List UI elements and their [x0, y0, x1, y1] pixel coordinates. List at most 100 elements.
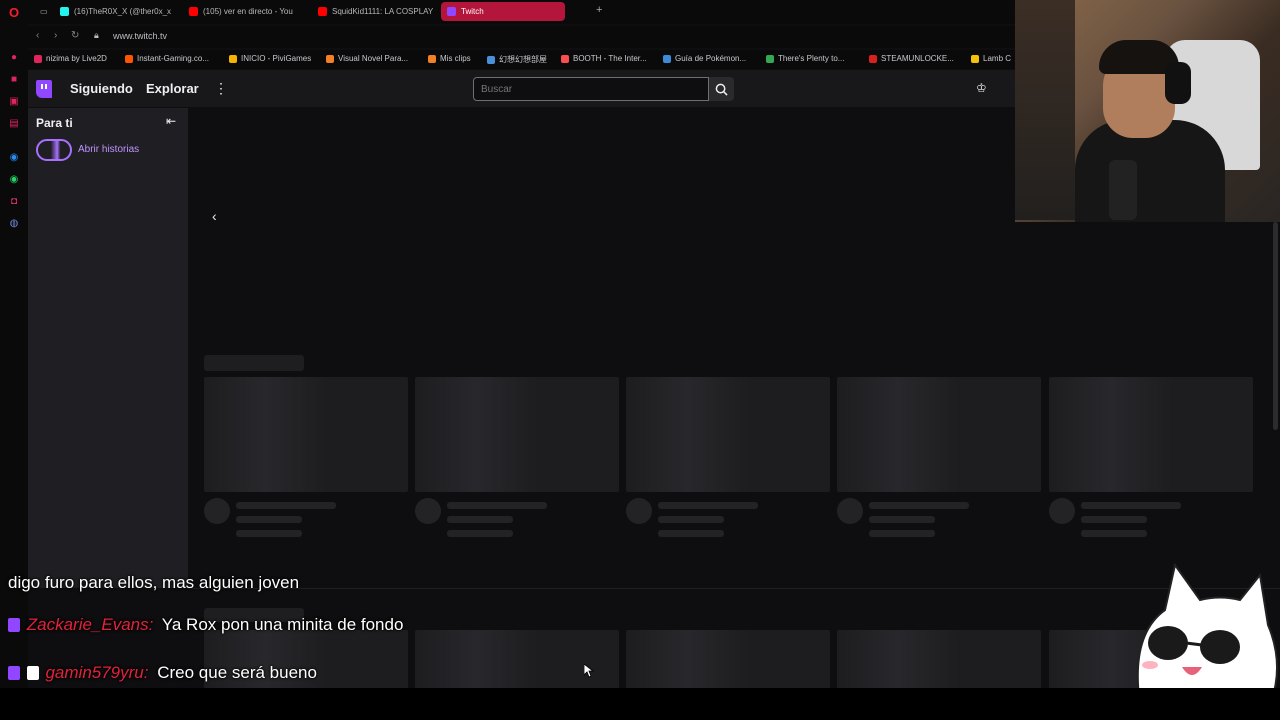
nav-following[interactable]: Siguiendo — [70, 81, 133, 96]
open-stories-link[interactable]: Abrir historias — [78, 144, 139, 155]
more-options-icon[interactable]: ⋮ — [214, 80, 228, 97]
bookmark-item[interactable]: STEAMUNLOCKE... — [869, 54, 954, 63]
avatar-placeholder — [837, 498, 863, 524]
collapse-sidebar-icon[interactable]: ⇤ — [166, 114, 176, 128]
lock-icon: 🔒︎ — [94, 30, 99, 40]
discord-icon[interactable]: ◍ — [7, 216, 21, 230]
prime-crown-icon[interactable]: ♔ — [976, 81, 987, 95]
bookmark-favicon-icon — [34, 54, 42, 63]
stories-avatar[interactable] — [36, 139, 72, 161]
bookmark-favicon-icon — [766, 54, 774, 63]
chat-username: Zackarie_Evans: — [26, 615, 154, 634]
bookmark-favicon-icon — [869, 54, 877, 63]
stream-card-placeholder[interactable] — [415, 630, 619, 690]
microphone — [1109, 160, 1137, 220]
sidebar-app-icon[interactable]: ▤ — [7, 116, 21, 130]
tab-label: Twitch — [461, 7, 484, 16]
star-badge-icon — [26, 666, 39, 680]
stream-card-placeholder[interactable] — [204, 377, 408, 492]
bookmark-favicon-icon — [663, 54, 671, 63]
bookmark-item[interactable]: 幻想幻想部屋 — [487, 54, 547, 65]
whatsapp-icon[interactable]: ◉ — [7, 172, 21, 186]
bookmark-item[interactable]: BOOTH - The Inter... — [561, 54, 647, 63]
opera-sidebar: O ● ■ ▣ ▤ ◉ ◉ ◘ ◍ — [0, 0, 28, 720]
stream-card-placeholder[interactable] — [626, 630, 830, 690]
text-placeholder — [1081, 516, 1147, 523]
text-placeholder — [1081, 502, 1181, 509]
stream-card-placeholder[interactable] — [415, 377, 619, 492]
messenger-icon[interactable]: ◉ — [7, 150, 21, 164]
sidebar-app-icon[interactable]: ■ — [7, 72, 21, 86]
chat-username: gamin579yru: — [45, 663, 149, 682]
subscriber-badge-icon — [8, 618, 20, 632]
bookmark-favicon-icon — [971, 54, 979, 63]
tab-youtube-2[interactable]: SquidKid1111: LA COSPLAY — [312, 2, 436, 21]
avatar-placeholder — [626, 498, 652, 524]
text-placeholder — [869, 516, 935, 523]
bookmark-item[interactable]: There's Plenty to... — [766, 54, 844, 63]
avatar-placeholder — [415, 498, 441, 524]
bookmark-item[interactable]: INICIO - PiviGames — [229, 54, 311, 63]
text-placeholder — [236, 502, 336, 509]
sidebar-app-icon[interactable]: ● — [7, 50, 21, 64]
avatar-placeholder — [1049, 498, 1075, 524]
stream-card-placeholder[interactable] — [837, 630, 1041, 690]
bookmark-label: Instant-Gaming.co... — [137, 54, 210, 63]
tab-tiktok[interactable]: (16)TheR0X_X (@ther0x_x — [54, 2, 178, 21]
bookmark-label: INICIO - PiviGames — [241, 54, 312, 63]
forward-icon[interactable]: › — [54, 30, 57, 41]
bookmark-label: Guía de Pokémon... — [675, 54, 747, 63]
search-input[interactable] — [473, 77, 709, 101]
tab-twitch[interactable]: Twitch — [441, 2, 565, 21]
back-icon[interactable]: ‹ — [36, 30, 39, 41]
twitch-sidebar: Para ti ⇤ Abrir historias — [28, 108, 188, 588]
tab-label: SquidKid1111: LA COSPLAY — [332, 7, 434, 16]
bookmark-label: nizima by Live2D — [46, 54, 107, 63]
bookmark-label: Mis clips — [440, 54, 471, 63]
text-placeholder — [658, 530, 724, 537]
bookmark-item[interactable]: Guía de Pokémon... — [663, 54, 746, 63]
stream-card-placeholder[interactable] — [626, 377, 830, 492]
url-field[interactable]: www.twitch.tv — [113, 31, 167, 41]
opera-logo-icon[interactable]: O — [7, 5, 21, 20]
bookmark-favicon-icon — [487, 55, 495, 64]
text-placeholder — [869, 502, 969, 509]
text-placeholder — [447, 516, 513, 523]
chat-text: Creo que será bueno — [157, 663, 317, 682]
stream-card-placeholder[interactable] — [837, 377, 1041, 492]
youtube-icon — [189, 7, 198, 16]
bookmark-item[interactable]: nizima by Live2D — [34, 54, 107, 63]
bookmark-favicon-icon — [229, 54, 237, 63]
sidebar-title: Para ti — [36, 116, 73, 130]
new-tab-button[interactable]: + — [596, 4, 602, 16]
stream-card-placeholder[interactable] — [1049, 377, 1253, 492]
subscriber-badge-icon — [8, 666, 20, 680]
headset — [1165, 62, 1191, 104]
chat-text: Ya Rox pon una minita de fondo — [161, 615, 404, 634]
webcam-background — [1015, 0, 1075, 220]
twitch-logo-icon[interactable] — [36, 80, 52, 98]
bottom-bar — [0, 688, 1280, 720]
bookmark-favicon-icon — [326, 54, 334, 63]
bookmark-item[interactable]: Lamb C — [971, 54, 1011, 63]
nav-explore[interactable]: Explorar — [146, 81, 199, 96]
bookmark-label: Visual Novel Para... — [338, 54, 409, 63]
text-placeholder — [1081, 530, 1147, 537]
reload-icon[interactable]: ↻ — [71, 30, 79, 41]
bookmark-item[interactable]: Visual Novel Para... — [326, 54, 408, 63]
tab-youtube[interactable]: (105) ver en directo - You — [183, 2, 307, 21]
tab-label: (105) ver en directo - You — [203, 7, 293, 16]
chat-message: Zackarie_Evans: Ya Rox pon una minita de… — [8, 615, 403, 635]
instagram-icon[interactable]: ◘ — [7, 194, 21, 208]
search-icon — [715, 83, 728, 96]
sidebar-app-icon[interactable]: ▣ — [7, 94, 21, 108]
scrollbar[interactable] — [1273, 222, 1278, 430]
text-placeholder — [447, 530, 513, 537]
section-title-placeholder — [204, 355, 304, 371]
chat-text: digo furo para ellos, mas alguien joven — [8, 573, 300, 592]
bookmark-item[interactable]: Instant-Gaming.co... — [125, 54, 209, 63]
search-button[interactable] — [709, 77, 734, 101]
carousel-previous-icon[interactable]: ‹ — [212, 208, 217, 224]
workspaces-icon[interactable]: ▭ — [34, 2, 54, 21]
bookmark-item[interactable]: Mis clips — [428, 54, 471, 63]
